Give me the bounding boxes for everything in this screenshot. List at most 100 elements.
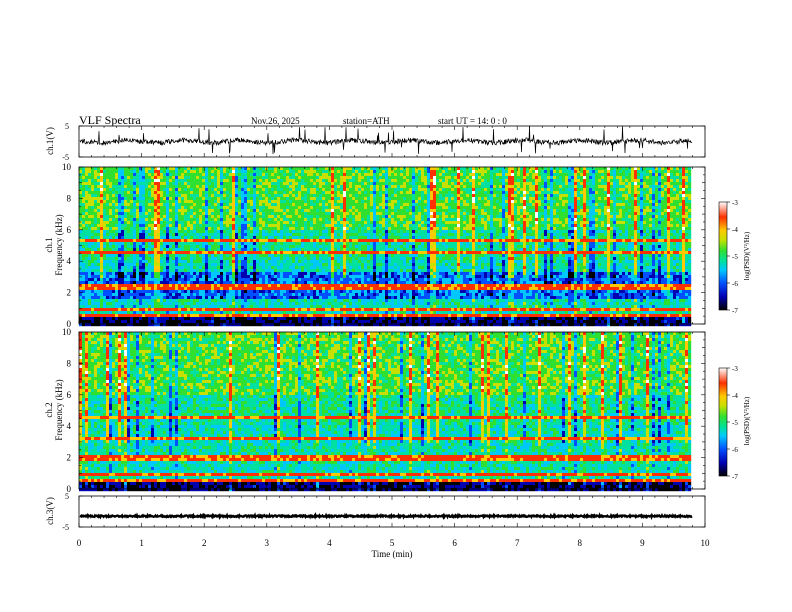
- heatmap-cell: [409, 218, 413, 222]
- heatmap-cell: [472, 236, 476, 240]
- heatmap-cell: [259, 236, 263, 240]
- heatmap-cell: [121, 197, 125, 201]
- heatmap-cell: [550, 170, 554, 174]
- heatmap-cell: [502, 194, 506, 198]
- heatmap-cell: [220, 167, 224, 171]
- heatmap-cell: [370, 215, 374, 219]
- heatmap-cell: [547, 194, 551, 198]
- heatmap-cell: [127, 227, 131, 231]
- heatmap-cell: [583, 224, 587, 228]
- heatmap-cell: [652, 230, 656, 234]
- heatmap-cell: [529, 179, 533, 183]
- heatmap-cell: [526, 227, 530, 231]
- heatmap-cell: [502, 170, 506, 174]
- heatmap-cell: [256, 224, 260, 228]
- heatmap-cell: [397, 176, 401, 180]
- heatmap-cell: [514, 230, 518, 234]
- heatmap-cell: [541, 221, 545, 225]
- heatmap-cell: [565, 206, 569, 210]
- heatmap-cell: [316, 179, 320, 183]
- heatmap-cell: [541, 203, 545, 207]
- heatmap-cell: [520, 188, 524, 192]
- heatmap-cell: [382, 200, 386, 204]
- heatmap-cell: [292, 209, 296, 213]
- heatmap-cell: [244, 218, 248, 222]
- heatmap-cell: [517, 209, 521, 213]
- heatmap-cell: [154, 209, 158, 213]
- heatmap-cell: [316, 212, 320, 216]
- heatmap-cell: [376, 218, 380, 222]
- heatmap-cell: [235, 188, 239, 192]
- heatmap-cell: [607, 176, 611, 180]
- heatmap-cell: [295, 227, 299, 231]
- heatmap-cell: [250, 221, 254, 225]
- heatmap-cell: [634, 230, 638, 234]
- heatmap-cell: [202, 197, 206, 201]
- heatmap-cell: [625, 227, 629, 231]
- heatmap-cell: [148, 188, 152, 192]
- heatmap-cell: [223, 212, 227, 216]
- heatmap-cell: [325, 230, 329, 234]
- heatmap-cell: [337, 233, 341, 237]
- heatmap-cell: [115, 230, 119, 234]
- heatmap-cell: [544, 215, 548, 219]
- heatmap-cell: [514, 203, 518, 207]
- heatmap-cell: [406, 170, 410, 174]
- heatmap-cell: [103, 218, 107, 222]
- heatmap-cell: [295, 173, 299, 177]
- heatmap-cell: [553, 230, 557, 234]
- heatmap-cell: [250, 197, 254, 201]
- heatmap-cell: [184, 224, 188, 228]
- heatmap-cell: [670, 200, 674, 204]
- heatmap-cell: [478, 203, 482, 207]
- heatmap-cell: [607, 215, 611, 219]
- heatmap-cell: [193, 167, 197, 171]
- heatmap-cell: [637, 176, 641, 180]
- heatmap-cell: [376, 209, 380, 213]
- heatmap-cell: [223, 167, 227, 171]
- heatmap-cell: [406, 194, 410, 198]
- heatmap-cell: [454, 191, 458, 195]
- heatmap-cell: [388, 209, 392, 213]
- heatmap-cell: [214, 170, 218, 174]
- heatmap-cell: [592, 227, 596, 231]
- heatmap-cell: [100, 215, 104, 219]
- heatmap-cell: [79, 185, 83, 189]
- heatmap-cell: [472, 194, 476, 198]
- heatmap-cell: [130, 230, 134, 234]
- heatmap-cell: [604, 200, 608, 204]
- heatmap-cell: [382, 185, 386, 189]
- heatmap-cell: [598, 206, 602, 210]
- heatmap-cell: [544, 218, 548, 222]
- heatmap-cell: [451, 233, 455, 237]
- heatmap-cell: [565, 209, 569, 213]
- heatmap-cell: [79, 218, 83, 222]
- heatmap-cell: [148, 182, 152, 186]
- heatmap-cell: [589, 176, 593, 180]
- heatmap-cell: [655, 212, 659, 216]
- heatmap-cell: [133, 230, 137, 234]
- heatmap-cell: [379, 215, 383, 219]
- heatmap-cell: [355, 212, 359, 216]
- heatmap-cell: [373, 203, 377, 207]
- heatmap-cell: [379, 236, 383, 240]
- heatmap-cell: [616, 188, 620, 192]
- heatmap-cell: [127, 230, 131, 234]
- heatmap-cell: [493, 200, 497, 204]
- heatmap-cell: [340, 212, 344, 216]
- heatmap-cell: [670, 209, 674, 213]
- heatmap-cell: [394, 230, 398, 234]
- heatmap-cell: [634, 233, 638, 237]
- heatmap-cell: [589, 173, 593, 177]
- heatmap-cell: [121, 218, 125, 222]
- heatmap-cell: [229, 209, 233, 213]
- heatmap-cell: [190, 182, 194, 186]
- heatmap-cell: [181, 173, 185, 177]
- heatmap-cell: [94, 230, 98, 234]
- heatmap-cell: [643, 185, 647, 189]
- heatmap-cell: [289, 197, 293, 201]
- heatmap-cell: [211, 200, 215, 204]
- heatmap-cell: [625, 230, 629, 234]
- heatmap-cell: [355, 167, 359, 171]
- heatmap-cell: [253, 170, 257, 174]
